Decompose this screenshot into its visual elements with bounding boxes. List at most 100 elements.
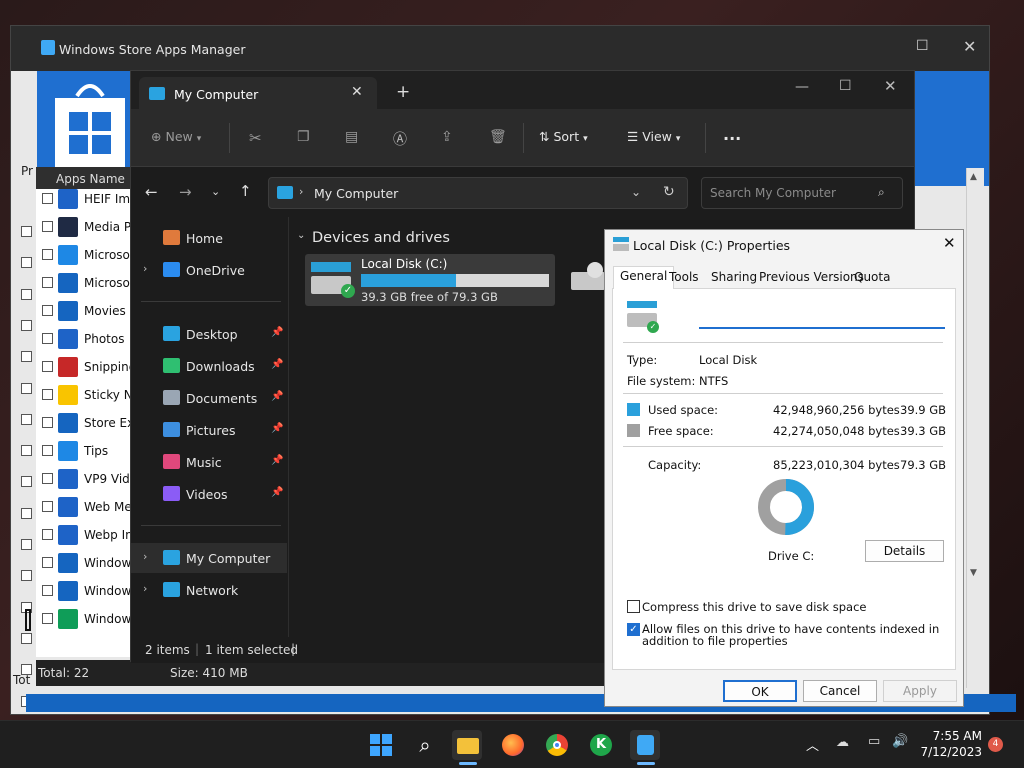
- app-checkbox[interactable]: [42, 333, 53, 344]
- app-checkbox[interactable]: [42, 585, 53, 596]
- apps-scrollbar[interactable]: ▲ ▼: [966, 168, 984, 688]
- app-checkbox[interactable]: [42, 473, 53, 484]
- apply-button[interactable]: Apply: [883, 680, 957, 702]
- back-arrow-icon[interactable]: ←: [145, 183, 158, 201]
- clock-date[interactable]: 7/12/2023: [918, 745, 982, 759]
- app-checkbox[interactable]: [42, 193, 53, 204]
- expand-chevron-icon[interactable]: ›: [143, 262, 147, 275]
- new-tab-icon[interactable]: +: [396, 82, 410, 102]
- scroll-down-icon[interactable]: ▼: [970, 568, 977, 578]
- app-checkbox[interactable]: [42, 529, 53, 540]
- close-button[interactable]: ✕: [884, 77, 897, 95]
- app-checkbox[interactable]: [42, 277, 53, 288]
- app-checkbox[interactable]: [42, 445, 53, 456]
- app-checkbox[interactable]: [42, 361, 53, 372]
- minimize-button[interactable]: —: [795, 79, 809, 95]
- search-input[interactable]: Search My Computer ⌕: [701, 177, 903, 209]
- outer-checkbox[interactable]: [21, 632, 32, 644]
- nav-item-my-computer[interactable]: › My Computer: [131, 543, 287, 573]
- search-icon[interactable]: ⌕: [878, 185, 885, 200]
- explorer-tabbar[interactable]: My Computer ✕ + — ☐ ✕: [131, 71, 914, 109]
- scroll-up-icon[interactable]: ▲: [970, 172, 977, 182]
- rename-icon[interactable]: Ⓐ: [393, 129, 407, 149]
- k-app-taskbar-button[interactable]: K: [586, 730, 616, 760]
- outer-checkbox[interactable]: [21, 257, 32, 269]
- ok-button[interactable]: OK: [723, 680, 797, 702]
- up-arrow-icon[interactable]: ↑: [239, 182, 252, 200]
- more-options-button[interactable]: ...: [723, 125, 741, 144]
- cut-icon[interactable]: ✂: [249, 129, 262, 147]
- app-checkbox[interactable]: [42, 249, 53, 260]
- compress-checkbox[interactable]: [627, 600, 640, 613]
- chevron-down-icon[interactable]: ⌄: [631, 185, 641, 199]
- nav-item-home[interactable]: Home: [131, 223, 287, 253]
- outer-checkbox[interactable]: [21, 351, 32, 363]
- share-icon[interactable]: ⇪: [441, 129, 453, 145]
- details-button[interactable]: Details: [865, 540, 944, 562]
- nav-item-pictures[interactable]: Pictures 📌: [131, 415, 287, 445]
- drive-name-input[interactable]: [699, 307, 945, 329]
- outer-checkbox[interactable]: [21, 288, 32, 300]
- app-checkbox[interactable]: [42, 221, 53, 232]
- nav-item-videos[interactable]: Videos 📌: [131, 479, 287, 509]
- apps-manager-titlebar[interactable]: Windows Store Apps Manager ☐ ✕: [11, 26, 989, 71]
- maximize-button[interactable]: ☐: [916, 38, 929, 54]
- outer-checkbox[interactable]: [21, 570, 32, 582]
- nav-item-documents[interactable]: Documents 📌: [131, 383, 287, 413]
- outer-checkbox[interactable]: [21, 226, 32, 237]
- app-checkbox[interactable]: [42, 613, 53, 624]
- sort-button[interactable]: ⇅ Sort ▾: [539, 129, 588, 144]
- nav-item-desktop[interactable]: Desktop 📌: [131, 319, 287, 349]
- maximize-button[interactable]: ☐: [839, 78, 852, 94]
- drive-tile-c[interactable]: ✓ Local Disk (C:) 39.3 GB free of 79.3 G…: [305, 254, 555, 306]
- nav-item-downloads[interactable]: Downloads 📌: [131, 351, 287, 381]
- app-checkbox[interactable]: [42, 305, 53, 316]
- nav-item-network[interactable]: › Network: [131, 575, 287, 605]
- cancel-button[interactable]: Cancel: [803, 680, 877, 702]
- refresh-icon[interactable]: ↻: [663, 184, 675, 200]
- paste-icon[interactable]: ▤: [345, 129, 358, 145]
- outer-checkbox[interactable]: [21, 413, 32, 425]
- address-bar[interactable]: › My Computer ⌄ ↻: [268, 177, 688, 209]
- expand-chevron-icon[interactable]: ›: [143, 582, 147, 595]
- close-button[interactable]: ✕: [943, 234, 956, 252]
- index-checkbox[interactable]: ✓: [627, 623, 640, 636]
- delete-icon[interactable]: 🗑: [489, 129, 507, 145]
- copy-icon[interactable]: ❐: [297, 129, 310, 145]
- clock-time[interactable]: 7:55 AM: [928, 729, 982, 743]
- volume-tray-icon[interactable]: 🔊: [892, 734, 908, 749]
- app-checkbox[interactable]: [42, 501, 53, 512]
- section-collapse-icon[interactable]: ⌄: [297, 230, 305, 241]
- outer-checkbox[interactable]: [21, 445, 32, 457]
- tab-quota[interactable]: Quota: [848, 268, 896, 286]
- expand-chevron-icon[interactable]: ›: [143, 550, 147, 563]
- notification-badge[interactable]: 4: [988, 737, 1003, 752]
- view-button[interactable]: ☰ View ▾: [627, 129, 680, 144]
- app-checkbox[interactable]: [42, 557, 53, 568]
- file-explorer-taskbar-button[interactable]: [452, 730, 482, 765]
- outer-checkbox[interactable]: [21, 539, 32, 550]
- explorer-tab[interactable]: My Computer ✕: [139, 77, 377, 109]
- firefox-taskbar-button[interactable]: [498, 730, 528, 760]
- network-tray-icon[interactable]: ▭: [868, 734, 880, 749]
- tab-tools[interactable]: Tools: [663, 268, 705, 286]
- outer-checkbox[interactable]: [21, 382, 32, 394]
- forward-arrow-icon[interactable]: →: [179, 183, 192, 201]
- app-checkbox[interactable]: [42, 389, 53, 400]
- outer-checkbox[interactable]: [21, 476, 32, 488]
- app-checkbox[interactable]: [42, 417, 53, 428]
- new-button[interactable]: ⊕ New ▾: [151, 129, 201, 144]
- nav-item-onedrive[interactable]: › OneDrive: [131, 255, 287, 285]
- onedrive-tray-icon[interactable]: ☁: [836, 735, 849, 750]
- show-hidden-icons-chevron-icon[interactable]: ︿: [806, 735, 819, 754]
- optical-drive-icon[interactable]: [565, 258, 605, 296]
- start-button[interactable]: [366, 730, 396, 760]
- nav-item-music[interactable]: Music 📌: [131, 447, 287, 477]
- outer-checkbox[interactable]: [21, 319, 32, 331]
- search-icon[interactable]: ⌕: [410, 730, 440, 760]
- tab-close-icon[interactable]: ✕: [351, 84, 363, 100]
- recent-locations-icon[interactable]: ⌄: [211, 185, 220, 198]
- outer-checkbox[interactable]: [21, 507, 32, 519]
- breadcrumb[interactable]: My Computer: [314, 186, 398, 201]
- store-apps-manager-taskbar-button[interactable]: [630, 730, 660, 765]
